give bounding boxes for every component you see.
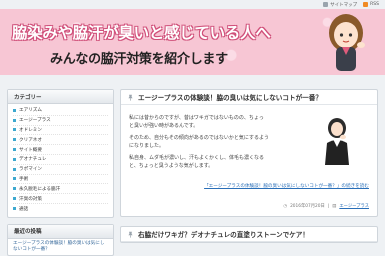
top-utility-bar: サイトマップ RSS (0, 0, 385, 9)
category-item[interactable]: 通話 (13, 204, 108, 214)
meta-separator: | (327, 203, 330, 209)
sitemap-label: サイトマップ (330, 2, 358, 8)
bullet-square-icon (13, 177, 16, 181)
bullet-square-icon (13, 148, 16, 152)
post-title[interactable]: 右脇だけワキガ？デオナチュレの直塗りストーンでケア！ (138, 229, 309, 239)
site-title: 脇染みや脇汗が臭いと感じている人へ (12, 24, 271, 42)
bullet-square-icon (13, 207, 16, 211)
category-item[interactable]: 手術 (13, 175, 108, 185)
post-category-link[interactable]: エージープラス (339, 203, 369, 209)
category-item[interactable]: オドレミン (13, 126, 108, 136)
main-content: エージープラスの体験談！脇の臭いは気にしないコトが一番？ 私には昔からのですが、… (120, 89, 378, 252)
bullet-square-icon (13, 128, 16, 132)
site-header-banner[interactable]: 脇染みや脇汗が臭いと感じている人へ みんなの脇汗対策を紹介します (0, 9, 385, 75)
post-header: 右脇だけワキガ？デオナチュレの直塗りストーンでケア！ (121, 227, 377, 242)
category-item[interactable]: ラポマイン (13, 165, 108, 175)
bullet-square-icon (13, 197, 16, 201)
rss-link[interactable]: RSS (363, 2, 379, 7)
category-item[interactable]: エアリズム (13, 106, 108, 116)
rss-icon (363, 2, 369, 7)
post-header: エージープラスの体験談！脇の臭いは気にしないコトが一番？ (121, 90, 377, 105)
category-item[interactable]: 汗臭の対策 (13, 194, 108, 204)
folder-icon: ▤ (332, 203, 337, 209)
recent-posts-list: エージープラスの体験談！脇の臭いは気にしないコトが一番？ (8, 239, 113, 255)
post-meta: ◷ 2016年07月20日 | ▤ エージープラス (283, 203, 369, 210)
category-item[interactable]: クリアネオ (13, 135, 108, 146)
bullet-square-icon (13, 157, 16, 161)
post-card: エージープラスの体験談！脇の臭いは気にしないコトが一番？ 私には昔からのですが、… (120, 89, 378, 217)
recent-posts-heading: 最近の投稿 (8, 224, 113, 239)
bullet-square-icon (13, 138, 16, 142)
clock-icon: ◷ (283, 203, 288, 209)
post-body: 私には昔からのですが、昔はワキガではないものの、ちょっ と臭いが強い時があるんで… (121, 105, 377, 216)
post-date: 2016年07月20日 (290, 204, 325, 209)
recent-posts-widget: 最近の投稿 エージープラスの体験談！脇の臭いは気にしないコトが一番？ (7, 223, 114, 256)
rss-label: RSS (370, 2, 379, 7)
sitemap-link[interactable]: サイトマップ (323, 2, 357, 8)
category-item[interactable]: サイト概要 (13, 145, 108, 155)
category-heading: カテゴリー (8, 90, 113, 104)
bullet-square-icon (13, 187, 16, 191)
sitemap-icon (323, 2, 329, 7)
site-subtitle: みんなの脇汗対策を紹介します (50, 52, 228, 67)
category-widget: カテゴリー エアリズム エージープラス オドレミン クリアネオ サイト概要 デオ… (7, 89, 114, 218)
category-list: エアリズム エージープラス オドレミン クリアネオ サイト概要 デオナチュレ ラ… (8, 104, 113, 217)
bullet-square-icon (13, 118, 16, 122)
bullet-square-icon (13, 108, 16, 112)
bullet-square-icon (13, 167, 16, 171)
sidebar: カテゴリー エアリズム エージープラス オドレミン クリアネオ サイト概要 デオ… (7, 89, 114, 256)
pushpin-icon (128, 94, 133, 101)
category-item[interactable]: 永久脱毛による脇汗 (13, 184, 108, 195)
category-item[interactable]: エージープラス (13, 116, 108, 126)
post-card: 右脇だけワキガ？デオナチュレの直塗りストーンでケア！ (120, 226, 378, 243)
girl-illustration-icon (329, 14, 365, 71)
read-more-link[interactable]: 「エージープラスの体験談！脇の臭いは気にしないコトが一番？」の続きを読む (204, 183, 369, 189)
post-title[interactable]: エージープラスの体験談！脇の臭いは気にしないコトが一番？ (138, 92, 322, 102)
category-item[interactable]: デオナチュレ (13, 155, 108, 165)
pushpin-icon (128, 231, 133, 238)
woman-thinking-illustration-icon (325, 118, 349, 165)
recent-post-item[interactable]: エージープラスの体験談！脇の臭いは気にしないコトが一番？ (13, 241, 108, 253)
